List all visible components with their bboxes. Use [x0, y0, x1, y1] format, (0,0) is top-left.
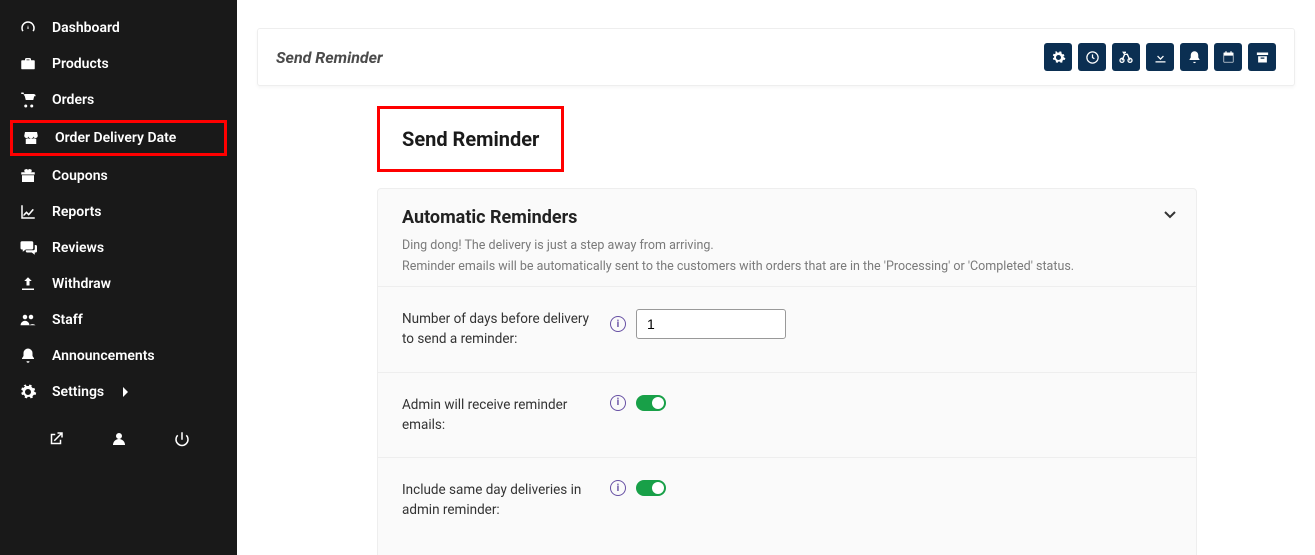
bell-icon [1187, 50, 1202, 65]
sidebar-item-label: Orders [52, 92, 94, 108]
header-action-bell[interactable] [1180, 43, 1208, 71]
header-action-settings[interactable] [1044, 43, 1072, 71]
panel-header: Automatic Reminders Ding dong! The deliv… [378, 189, 1196, 286]
header-action-archive[interactable] [1248, 43, 1276, 71]
sidebar-item-reports[interactable]: Reports [0, 194, 237, 230]
sidebar-utilities [0, 410, 237, 454]
dashboard-icon [18, 19, 38, 37]
setting-days-before: Number of days before delivery to send a… [378, 286, 1196, 372]
admin-receive-toggle[interactable] [636, 395, 666, 411]
setting-label: Include same day deliveries in admin rem… [402, 480, 610, 521]
info-icon[interactable]: i [610, 316, 626, 332]
setting-admin-receive: Admin will receive reminder emails: i [378, 372, 1196, 458]
sidebar-item-dashboard[interactable]: Dashboard [0, 10, 237, 46]
automatic-reminders-panel: Automatic Reminders Ding dong! The deliv… [377, 188, 1197, 555]
gear-icon [1051, 50, 1066, 65]
sidebar-item-withdraw[interactable]: Withdraw [0, 266, 237, 302]
sidebar-item-label: Announcements [52, 348, 155, 364]
panel-collapse-toggle[interactable] [1164, 211, 1176, 219]
sidebar-item-coupons[interactable]: Coupons [0, 158, 237, 194]
sidebar-item-settings[interactable]: Settings [0, 374, 237, 410]
chart-icon [18, 203, 38, 221]
panel-title: Automatic Reminders [402, 207, 1172, 228]
sidebar-item-order-delivery-date[interactable]: Order Delivery Date [10, 120, 227, 156]
panel-subtitle-2: Reminder emails will be automatically se… [402, 259, 1172, 274]
header-action-time[interactable] [1078, 43, 1106, 71]
sidebar-item-label: Staff [52, 312, 83, 328]
page-title-highlight: Send Reminder [377, 106, 564, 172]
sidebar-item-label: Coupons [52, 168, 108, 184]
include-same-day-toggle[interactable] [636, 480, 666, 496]
comments-icon [18, 239, 38, 257]
content-area: Send Reminder [237, 0, 1315, 555]
gift-icon [18, 167, 38, 185]
header-action-bike[interactable] [1112, 43, 1140, 71]
sidebar-item-label: Dashboard [52, 20, 120, 36]
sidebar-item-label: Reports [52, 204, 102, 220]
save-row: Save Settings [378, 543, 1196, 555]
chevron-right-icon [122, 386, 130, 398]
setting-label: Admin will receive reminder emails: [402, 395, 610, 436]
page-header: Send Reminder [257, 28, 1295, 86]
sidebar-item-label: Products [52, 56, 109, 72]
sidebar: Dashboard Products Orders Order Delivery… [0, 0, 237, 555]
power-icon[interactable] [167, 424, 197, 454]
store-icon [21, 129, 41, 147]
archive-icon [1255, 50, 1270, 65]
sidebar-item-staff[interactable]: Staff [0, 302, 237, 338]
upload-icon [18, 275, 38, 293]
header-actions [1044, 43, 1276, 71]
users-icon [18, 311, 38, 329]
bell-icon [18, 347, 38, 365]
sidebar-item-products[interactable]: Products [0, 46, 237, 82]
sidebar-item-label: Reviews [52, 240, 104, 256]
page-title: Send Reminder [402, 127, 539, 151]
sidebar-item-label: Settings [52, 384, 104, 400]
sidebar-item-label: Order Delivery Date [55, 130, 176, 146]
info-icon[interactable]: i [610, 395, 626, 411]
briefcase-icon [18, 55, 38, 73]
page-header-title: Send Reminder [276, 48, 383, 67]
external-link-icon[interactable] [41, 424, 71, 454]
clock-icon [1085, 50, 1100, 65]
sidebar-item-orders[interactable]: Orders [0, 82, 237, 118]
days-before-input[interactable] [636, 309, 786, 339]
panel-subtitle-1: Ding dong! The delivery is just a step a… [402, 238, 1172, 253]
download-icon [1153, 50, 1168, 65]
user-icon[interactable] [104, 424, 134, 454]
info-icon[interactable]: i [610, 480, 626, 496]
gear-icon [18, 383, 38, 401]
chevron-down-icon [1164, 211, 1176, 219]
cart-icon [18, 91, 38, 109]
sidebar-item-label: Withdraw [52, 276, 111, 292]
header-action-calendar[interactable] [1214, 43, 1242, 71]
calendar-icon [1221, 50, 1236, 65]
bike-icon [1118, 49, 1134, 65]
sidebar-item-announcements[interactable]: Announcements [0, 338, 237, 374]
sidebar-item-reviews[interactable]: Reviews [0, 230, 237, 266]
setting-label: Number of days before delivery to send a… [402, 309, 610, 350]
setting-include-same-day: Include same day deliveries in admin rem… [378, 457, 1196, 543]
header-action-download[interactable] [1146, 43, 1174, 71]
